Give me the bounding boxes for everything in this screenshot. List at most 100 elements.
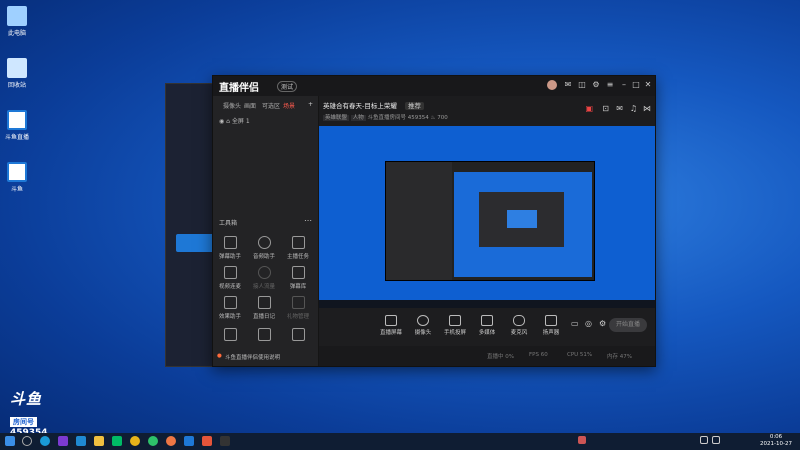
- control-label: 多媒体: [478, 330, 496, 336]
- start-live-button[interactable]: 开始直播: [609, 318, 647, 332]
- category[interactable]: 英雄联盟: [323, 115, 350, 121]
- wechat-icon[interactable]: [148, 436, 158, 446]
- tool-more-a[interactable]: [215, 328, 245, 344]
- edge-icon[interactable]: [40, 436, 50, 446]
- lock-icon[interactable]: ⊡: [602, 104, 609, 113]
- gift-icon[interactable]: ◫: [577, 80, 587, 90]
- tray-icon[interactable]: [578, 436, 586, 444]
- scene-item[interactable]: ◉ ⌂ 全屏 1: [219, 116, 250, 125]
- live-companion-icon[interactable]: [202, 436, 212, 446]
- microphone-button[interactable]: 麦克风: [505, 315, 533, 336]
- tool-danmu[interactable]: 弹幕助手: [215, 236, 245, 260]
- title-bar[interactable]: 直播伴侣 测试 ✉ ◫ ⚙ ≡ – □ ✕: [213, 76, 655, 96]
- tab-scene[interactable]: 场景: [283, 101, 295, 110]
- tool-video-link[interactable]: 视频连麦: [215, 266, 245, 290]
- room-badge: 斗鱼 房间号 459354: [10, 388, 76, 438]
- control-label: 直播屏幕: [379, 330, 402, 336]
- eye-icon[interactable]: ◉: [219, 118, 224, 125]
- tool-traffic[interactable]: 接人流量: [249, 266, 279, 290]
- nested-left-panel: [386, 162, 452, 280]
- stream-tag[interactable]: 推荐: [404, 102, 424, 110]
- close-icon[interactable]: ✕: [643, 80, 653, 90]
- tool-effect[interactable]: 效果助手: [215, 296, 245, 320]
- media-button[interactable]: 多媒体: [473, 315, 501, 336]
- tool-gift[interactable]: 礼物管理: [283, 296, 313, 320]
- tool-audio[interactable]: 音频助手: [249, 236, 279, 260]
- douyu-icon: [7, 110, 27, 130]
- control-label: 摄像头: [414, 330, 432, 336]
- version-pill[interactable]: 测试: [277, 81, 298, 92]
- add-scene-icon[interactable]: +: [308, 101, 313, 108]
- live-companion-window[interactable]: 直播伴侣 测试 ✉ ◫ ⚙ ≡ – □ ✕ 摄像头 画面 可选区 场景 + ◉ …: [212, 75, 656, 367]
- record-icon[interactable]: ▣: [585, 104, 593, 113]
- tool-more-c[interactable]: [283, 328, 313, 344]
- tool-task[interactable]: 主播任务: [283, 236, 313, 260]
- minimize-icon[interactable]: –: [619, 80, 629, 90]
- room-tag: 房间号: [10, 417, 37, 427]
- bell-icon[interactable]: ♫: [630, 104, 637, 113]
- avatar[interactable]: [547, 80, 557, 90]
- stream-title[interactable]: 英雄合有春天-目标上荣耀: [323, 102, 397, 110]
- douyu-icon[interactable]: [184, 436, 194, 446]
- desktop-icon-label: 回收站: [7, 82, 26, 89]
- camera-button[interactable]: 摄像头: [409, 315, 437, 336]
- video-icon: [223, 266, 237, 279]
- search-icon[interactable]: [22, 436, 32, 446]
- media-icon[interactable]: [166, 436, 176, 446]
- nested-desktop: [454, 172, 592, 277]
- desktop-icon-this-pc[interactable]: 此电脑: [4, 6, 30, 37]
- speaker-icon: [545, 315, 557, 326]
- screen-capture-button[interactable]: 直播屏幕: [377, 315, 405, 336]
- maximize-icon[interactable]: □: [631, 80, 641, 90]
- vscode-icon[interactable]: [76, 436, 86, 446]
- app-icon[interactable]: [112, 436, 122, 446]
- control-label: 麦克风: [510, 330, 528, 336]
- desktop-icon-douyu[interactable]: 斗鱼: [4, 162, 30, 193]
- record-video-icon[interactable]: ▭: [571, 319, 579, 328]
- desktop-icon-label: 斗鱼: [10, 186, 23, 193]
- tab-selectable[interactable]: 可选区: [262, 101, 280, 110]
- tool-label: 直播日记: [252, 314, 275, 320]
- clock[interactable]: 0:06 2021-10-27: [760, 434, 792, 448]
- subcategory[interactable]: 人物: [350, 115, 366, 121]
- volume-icon[interactable]: [712, 436, 720, 444]
- desktop-icon-recycle-bin[interactable]: 回收站: [4, 58, 30, 89]
- nested-window: [479, 192, 564, 247]
- background-start-button: [176, 234, 216, 252]
- more-icon[interactable]: ⋯: [304, 216, 312, 225]
- tool-danmu-lib[interactable]: 弹幕库: [283, 266, 313, 290]
- tool-label: 弹幕助手: [218, 254, 241, 260]
- folder-icon[interactable]: [94, 436, 104, 446]
- message-icon[interactable]: ✉: [563, 80, 573, 90]
- tab-camera[interactable]: 摄像头: [223, 101, 241, 110]
- control-label: 手机投屏: [443, 330, 466, 336]
- clock-time: 0:06: [769, 434, 783, 440]
- tool-more-b[interactable]: [249, 328, 279, 344]
- notice-bar[interactable]: ● 斗鱼直播伴侣使用说明: [213, 348, 318, 366]
- wifi-icon[interactable]: [700, 436, 708, 444]
- tool-label: 弹幕库: [289, 284, 307, 290]
- clipboard-icon: [291, 236, 305, 249]
- start-icon[interactable]: [5, 436, 15, 446]
- status-cpu: CPU 51%: [567, 352, 593, 358]
- eye-icon[interactable]: ◎: [585, 319, 592, 328]
- tool-label: 主播任务: [286, 254, 309, 260]
- tab-screen[interactable]: 画面: [244, 101, 256, 110]
- menu-icon[interactable]: ≡: [605, 80, 615, 90]
- tool-diary[interactable]: 直播日记: [249, 296, 279, 320]
- document-icon: [223, 296, 237, 309]
- gift-icon: [291, 296, 305, 309]
- settings-icon[interactable]: ⚙: [599, 319, 606, 328]
- share-icon[interactable]: ⋈: [643, 104, 651, 113]
- clock-date: 2021-10-27: [760, 441, 792, 447]
- settings-icon[interactable]: ⚙: [591, 80, 601, 90]
- vs-icon[interactable]: [58, 436, 68, 446]
- phone-cast-button[interactable]: 手机投屏: [441, 315, 469, 336]
- stream-preview[interactable]: [319, 126, 655, 308]
- chrome-icon[interactable]: [130, 436, 140, 446]
- speaker-button[interactable]: 扬声器: [537, 315, 565, 336]
- terminal-icon[interactable]: [220, 436, 230, 446]
- mail-icon[interactable]: ✉: [616, 104, 623, 113]
- desktop-icon-douyu-live[interactable]: 斗鱼直播: [4, 110, 30, 141]
- lock-icon[interactable]: ⌂: [226, 118, 230, 125]
